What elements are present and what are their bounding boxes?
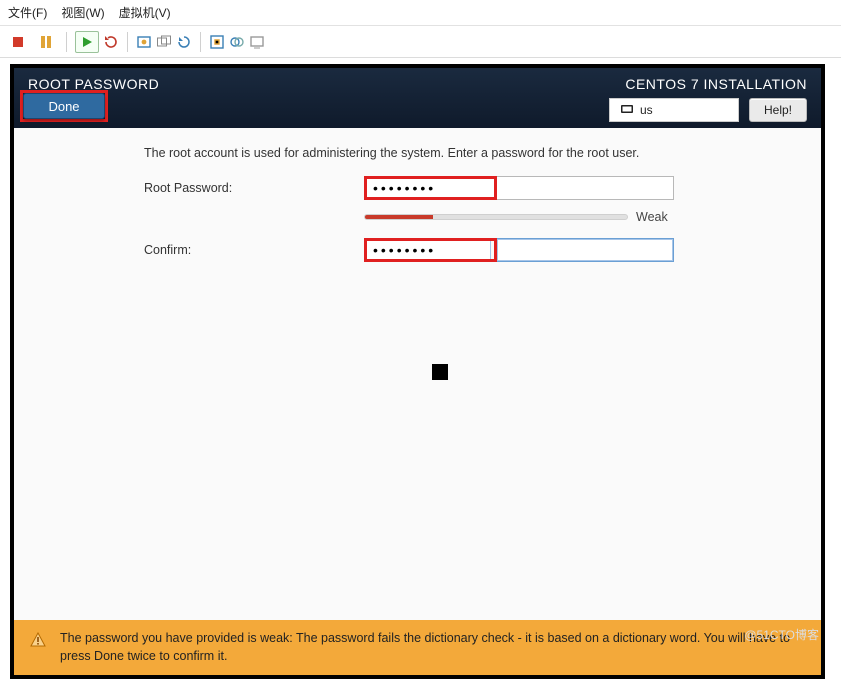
confirm-row: Confirm: [144,238,801,262]
done-highlight: Done [20,90,108,122]
fullscreen-icon[interactable] [209,34,225,50]
warning-icon [30,632,46,648]
snapshot-icon[interactable] [136,34,152,50]
intro-text: The root account is used for administeri… [144,146,801,160]
installer-body: The root account is used for administeri… [14,128,821,620]
installer-header: ROOT PASSWORD Done CENTOS 7 INSTALLATION… [14,68,821,128]
console-icon[interactable] [249,34,265,50]
keyboard-selector[interactable]: us [609,98,739,122]
warning-bar: The password you have provided is weak: … [14,620,821,675]
strength-meter [364,214,628,220]
menu-vm[interactable]: 虚拟机(V) [119,4,171,21]
unity-icon[interactable] [229,34,245,50]
menu-file[interactable]: 文件(F) [8,4,47,21]
root-password-label: Root Password: [144,181,364,195]
confirm-password-input-tail[interactable] [497,238,674,262]
warning-text: The password you have provided is weak: … [60,630,797,665]
snapshot-manager-icon[interactable] [156,34,172,50]
confirm-password-input[interactable] [364,238,491,262]
revert-icon[interactable] [176,34,192,50]
root-password-row: Root Password: [144,176,801,200]
separator [66,32,67,52]
done-button[interactable]: Done [23,93,105,119]
strength-meter-fill [365,215,433,219]
root-password-input[interactable] [364,176,497,200]
strength-label: Weak [636,210,668,224]
stop-icon[interactable] [6,31,30,53]
refresh-icon[interactable] [103,34,119,50]
play-icon[interactable] [75,31,99,53]
host-menubar: 文件(F) 视图(W) 虚拟机(V) [0,0,841,26]
installer-window: ROOT PASSWORD Done CENTOS 7 INSTALLATION… [14,68,821,675]
root-password-input-tail[interactable] [497,176,674,200]
menu-view[interactable]: 视图(W) [61,4,104,21]
host-toolbar [0,26,841,58]
vm-screen: ROOT PASSWORD Done CENTOS 7 INSTALLATION… [10,64,825,679]
confirm-label: Confirm: [144,243,364,257]
separator [127,32,128,52]
keyboard-icon [620,102,634,119]
strength-row: Weak [364,210,801,224]
cursor-square [432,364,448,380]
keyboard-layout-label: us [640,103,653,117]
brand-label: CENTOS 7 INSTALLATION [609,76,807,92]
pause-icon[interactable] [34,31,58,53]
separator [200,32,201,52]
help-button[interactable]: Help! [749,98,807,122]
